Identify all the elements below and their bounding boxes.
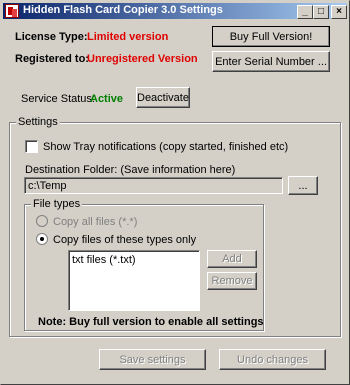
add-file-type-button: Add — [207, 250, 257, 268]
settings-group-title: Settings — [16, 116, 60, 128]
file-types-group-title: File types — [31, 198, 83, 210]
file-types-list[interactable]: txt files (*.txt) — [68, 250, 200, 311]
buy-full-version-button[interactable]: Buy Full Version! — [212, 26, 330, 47]
browse-folder-button[interactable]: ... — [288, 176, 318, 195]
app-icon — [5, 4, 19, 18]
destination-folder-field[interactable]: c:\Temp — [24, 177, 283, 194]
remove-file-type-button: Remove — [207, 272, 257, 290]
destination-folder-label: Destination Folder: (Save information he… — [25, 164, 236, 176]
copy-all-files-label: Copy all files (*.*) — [53, 216, 138, 228]
tray-notifications-checkbox[interactable] — [25, 140, 38, 153]
save-settings-button: Save settings — [99, 349, 206, 370]
license-type-label: License Type: — [15, 31, 88, 43]
undo-changes-button: Undo changes — [219, 349, 326, 370]
service-status-label: Service Status: — [21, 93, 95, 105]
minimize-button[interactable]: _ — [297, 5, 313, 19]
close-button[interactable]: × — [331, 5, 347, 19]
full-version-note: Note: Buy full version to enable all set… — [38, 316, 264, 328]
settings-window: Hidden Flash Card Copier 3.0 Settings _ … — [0, 0, 350, 385]
list-item[interactable]: txt files (*.txt) — [72, 254, 196, 266]
copy-all-files-radio — [36, 215, 48, 227]
window-title: Hidden Flash Card Copier 3.0 Settings — [23, 4, 223, 16]
deactivate-button[interactable]: Deactivate — [136, 87, 190, 108]
copy-types-only-radio[interactable] — [36, 233, 48, 245]
service-status-value: Active — [90, 93, 124, 105]
title-bar[interactable]: Hidden Flash Card Copier 3.0 Settings _ … — [3, 3, 347, 19]
tray-notifications-label[interactable]: Show Tray notifications (copy started, f… — [43, 141, 288, 153]
registered-to-value: Unregistered Version — [87, 53, 198, 65]
copy-types-only-label[interactable]: Copy files of these types only — [53, 234, 196, 246]
maximize-button[interactable]: □ — [313, 5, 329, 19]
enter-serial-button[interactable]: Enter Serial Number ... — [212, 51, 330, 72]
registered-to-label: Registered to: — [15, 53, 89, 65]
license-type-value: Limited version — [87, 31, 169, 43]
